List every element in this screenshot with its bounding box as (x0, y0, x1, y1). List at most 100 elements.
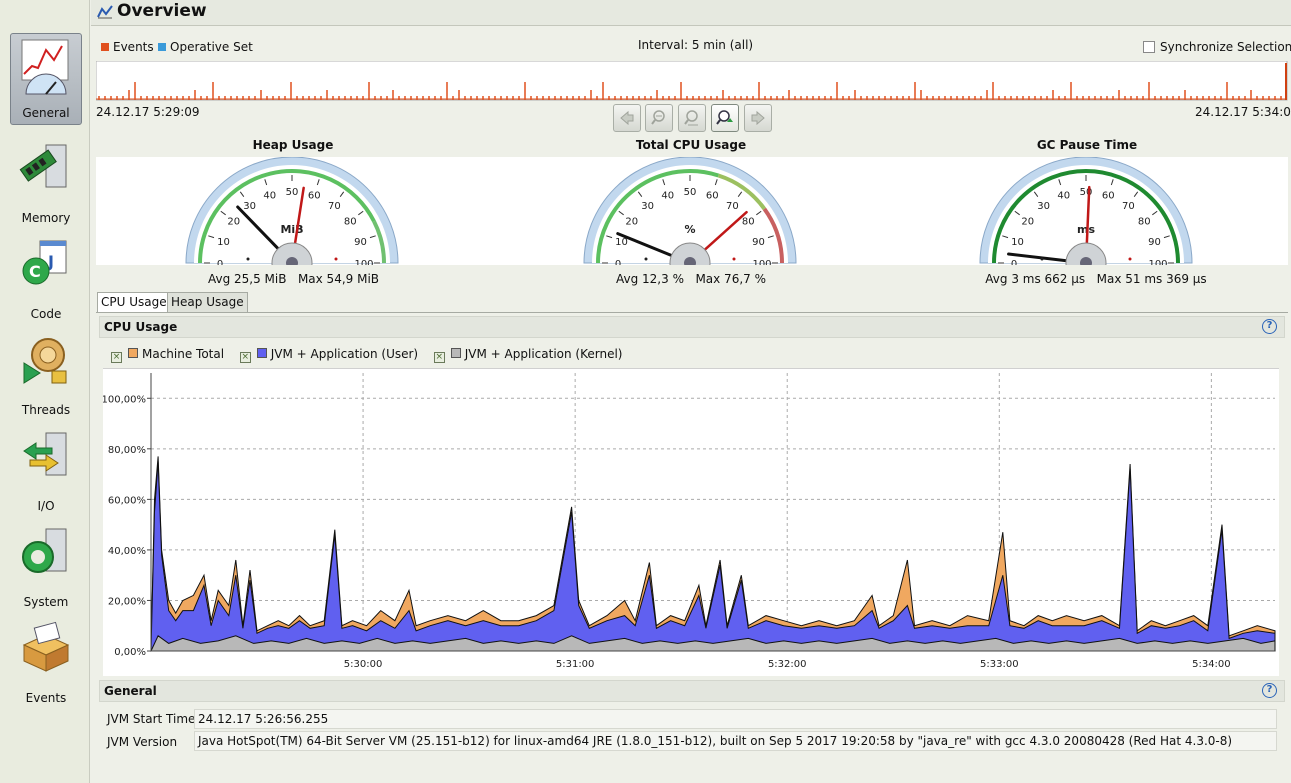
sidebar-item-label: Events (25, 691, 67, 705)
checkbox-box[interactable] (1143, 41, 1155, 53)
jvm-kernel-swatch (450, 348, 461, 358)
jvm-user-swatch (256, 348, 267, 358)
jvm-start-time-value[interactable]: 24.12.17 5:26:56.255 (194, 709, 1277, 729)
gc-avg: Avg 3 ms 662 µs (985, 272, 1086, 286)
timeline-end: 24.12.17 5:34:09 (1195, 105, 1291, 119)
x-tick-label: 5:33:00 (980, 659, 1019, 670)
scroll-right-button[interactable] (744, 104, 772, 132)
y-tick-label: 60,00% (108, 495, 146, 506)
gauge-tick-label: 70 (328, 201, 341, 212)
y-tick-label: 20,00% (108, 596, 146, 607)
gauge-dot (644, 257, 648, 261)
gauge-stats-gc: Avg 3 ms 662 µs Max 51 ms 369 µs (971, 272, 1221, 286)
main-panel: Overview Events Operative Set Interval: … (91, 0, 1291, 783)
code-icon: J C (22, 240, 67, 285)
gauge-tick-label: 80 (742, 217, 755, 228)
gauge-tick-label: 100 (1148, 259, 1167, 265)
arrow-left-icon (620, 110, 634, 126)
cpu-max: Max 76,7 % (695, 272, 766, 286)
gauge-tick-label: 90 (1148, 237, 1161, 248)
gauge-tick-label: 90 (752, 237, 765, 248)
timeline-start: 24.12.17 5:29:09 (96, 105, 200, 119)
gauge-tick-label: 40 (661, 191, 674, 202)
gauge-tick-label: 10 (217, 237, 230, 248)
page-title: Overview (117, 1, 207, 21)
gauge-tick-label: 90 (354, 237, 367, 248)
gauge-tick-label: 70 (726, 201, 739, 212)
gauge-tick-label: 20 (227, 217, 240, 228)
tab-cpu-usage[interactable]: CPU Usage (97, 292, 171, 313)
cpu-usage-chart[interactable]: 0,00% 20,00% 40,00% 60,00% 80,00% 100,00% 5:30… (102, 368, 1279, 676)
gauge-tick-label: 80 (1138, 217, 1151, 228)
legend-toggle-checkbox[interactable]: × (433, 352, 445, 363)
gauge-strip: 0 10 20 30 40 50 60 70 80 90 100 MiB 0 10 20 30 40 50 60 70… (96, 156, 1288, 284)
gauge-tick-label: 20 (1021, 217, 1034, 228)
zoom-out-icon (684, 110, 698, 126)
sidebar-item-label: Threads (21, 403, 71, 417)
zoom-out-button[interactable] (678, 104, 706, 132)
x-tick-label: 5:30:00 (344, 659, 383, 670)
io-icon (23, 432, 67, 476)
jvm-version-value[interactable]: Java HotSpot(TM) 64-Bit Server VM (25.15… (194, 731, 1277, 751)
gauge-tick-label: 30 (641, 201, 654, 212)
sidebar-item-general[interactable]: General (10, 33, 82, 125)
scroll-left-button[interactable] (613, 104, 641, 132)
operative-swatch (158, 43, 166, 51)
legend-operative-set: Operative Set (158, 40, 253, 54)
sidebar-item-label: General (22, 106, 70, 120)
gauge-tick-label: 60 (706, 191, 719, 202)
y-tick-label: 100,00% (103, 394, 146, 405)
gauge-tick-label: 50 (286, 187, 299, 198)
zoom-fit-icon (716, 110, 733, 125)
x-tick-label: 5:31:00 (556, 659, 595, 670)
timeline-track[interactable] (96, 61, 1288, 101)
gauge-tick-label: 80 (344, 217, 357, 228)
zoom-in-button[interactable] (645, 104, 673, 132)
synchronize-selection-checkbox[interactable]: Synchronize Selection (1143, 40, 1291, 54)
gauge-1: 010203040 50 60708090100% (583, 156, 797, 284)
gauge-stats-cpu: Avg 12,3 % Max 76,7 % (581, 272, 801, 286)
gc-max: Max 51 ms 369 µs (1096, 272, 1207, 286)
gauge-tick-label: 60 (308, 191, 321, 202)
sidebar-item-io[interactable]: I/O (10, 425, 82, 517)
help-icon[interactable]: ? (1262, 683, 1277, 698)
gauge-dot (246, 257, 250, 261)
legend-toggle-checkbox[interactable]: × (239, 352, 251, 363)
gauge-2: 010203040 50 60708090100ms (979, 156, 1193, 284)
cpu-usage-section-header: CPU Usage ? (99, 316, 1285, 338)
machine-total-swatch (128, 348, 138, 358)
zoom-all-button[interactable] (711, 104, 739, 132)
gauge-tick-label: 20 (625, 217, 638, 228)
sidebar: General Memory J C Code Threads I/O Syst… (0, 0, 90, 783)
y-tick-label: 40,00% (108, 546, 146, 557)
x-tick-label: 5:32:00 (768, 659, 807, 670)
gauge-tick-label: 100 (752, 259, 771, 265)
general-section-title: General (104, 684, 157, 698)
gauge-tick-label: 0 (217, 259, 223, 265)
tab-heap-usage[interactable]: Heap Usage (167, 292, 248, 313)
system-icon (22, 528, 67, 573)
sidebar-item-system[interactable]: System (10, 521, 82, 613)
gauge-title-gc: GC Pause Time (1036, 138, 1138, 152)
legend-toggle-checkbox[interactable]: × (111, 352, 122, 363)
gauge-tick-label: 60 (1102, 191, 1115, 202)
gauge-tick-label: 0 (1011, 259, 1017, 265)
tab-divider (96, 312, 1288, 313)
events-icon (22, 621, 70, 672)
legend-events-label: Events (113, 40, 154, 54)
general-section-header: General ? (99, 680, 1285, 702)
help-icon[interactable]: ? (1262, 319, 1277, 334)
sidebar-item-threads[interactable]: Threads (10, 329, 82, 421)
gauge-tick-label: 50 (684, 187, 697, 198)
zoom-in-icon (651, 110, 665, 125)
interval-label: Interval: 5 min (all) (638, 38, 754, 52)
gauges-canvas: 010203040 50 60708090100MiB010203040 50 6070… (185, 156, 1193, 284)
sidebar-item-code[interactable]: J C Code (10, 233, 82, 325)
sidebar-item-memory[interactable]: Memory (10, 137, 82, 229)
y-tick-label: 0,00% (114, 647, 146, 658)
svg-text:C: C (29, 262, 41, 281)
gauge-stats-heap: Avg 25,5 MiB Max 54,9 MiB (181, 272, 406, 286)
sidebar-item-label: Memory (21, 211, 71, 225)
gauge-unit: MiB (280, 223, 303, 236)
sidebar-item-events[interactable]: Events (10, 617, 82, 709)
